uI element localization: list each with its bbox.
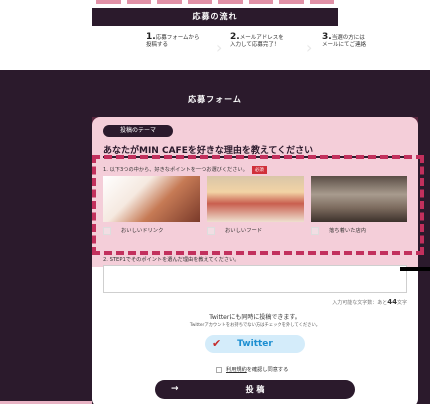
step-3: 3.当選の方には メールにてご連絡 <box>322 32 367 49</box>
submit-button[interactable]: → 投 稿 <box>155 380 355 399</box>
theme-badge: 投稿のテーマ <box>103 125 173 137</box>
reason-question: 2. STEP1でそのポイントを選んだ理由を教えてください。 <box>103 257 240 263</box>
check-icon: ✔ <box>212 337 222 350</box>
chevron-right-icon: › <box>306 38 313 57</box>
arrow-right-icon: → <box>171 384 179 394</box>
terms-agreement[interactable]: 利用規約を確認し同意する <box>216 366 288 373</box>
flow-title: 応募の流れ <box>92 8 338 26</box>
reason-textarea[interactable] <box>103 265 407 293</box>
step-1: 1.応募フォームから 投稿する <box>146 32 200 49</box>
highlight-dashed-frame <box>92 155 424 255</box>
flow-steps: 1.応募フォームから 投稿する › 2.メールアドレスを 入力して応募完了！ › 3… <box>130 32 410 62</box>
decorative-stripes <box>96 0 334 4</box>
twitter-subnote: Twitterアカウントをお持ちでない方はチェックを外してください。 <box>189 323 321 328</box>
char-counter: 入力可能な文字数：あと44文字 <box>332 298 407 306</box>
twitter-note: Twitterにも同時に投稿できます。 <box>209 314 301 321</box>
chevron-right-icon: › <box>216 38 223 57</box>
form-title: 応募フォーム <box>188 95 242 104</box>
step-2: 2.メールアドレスを 入力して応募完了！ <box>230 32 284 49</box>
flow-section: 応募の流れ 1.応募フォームから 投稿する › 2.メールアドレスを 入力して応募完… <box>0 0 430 66</box>
terms-link[interactable]: 利用規約 <box>226 367 247 373</box>
terms-checkbox[interactable] <box>216 366 222 373</box>
pointer-bar <box>400 267 430 271</box>
